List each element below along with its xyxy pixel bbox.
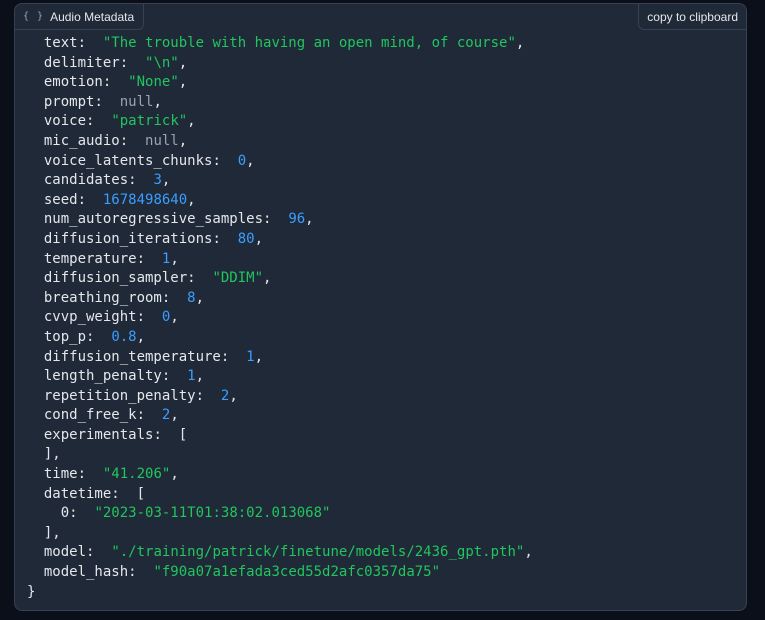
json-value: 1 xyxy=(246,348,255,365)
json-key: cond_free_k xyxy=(43,407,137,424)
json-value: "None" xyxy=(128,74,179,91)
json-value: [ xyxy=(136,485,146,502)
copy-to-clipboard-button[interactable]: copy to clipboard xyxy=(638,4,746,30)
json-key: length_penalty xyxy=(43,368,162,385)
json-line: candidates: 3, xyxy=(43,172,171,189)
json-key: diffusion_iterations xyxy=(43,230,213,247)
json-value: "2023-03-11T01:38:02.013068" xyxy=(94,505,331,522)
json-key: candidates xyxy=(43,172,129,189)
json-key: seed xyxy=(43,191,78,208)
json-line: experimentals: [ xyxy=(43,426,188,443)
json-line: emotion: "None", xyxy=(43,74,188,91)
json-line: ], xyxy=(27,445,533,465)
json-value: null xyxy=(145,132,179,149)
json-key: emotion xyxy=(43,74,103,91)
json-line: model_hash: "f90a07a1efada3ced55d2afc035… xyxy=(43,564,441,581)
json-value: 2 xyxy=(220,387,230,404)
json-value: 2 xyxy=(161,407,171,424)
json-line: length_penalty: 1, xyxy=(43,368,205,385)
json-value: "f90a07a1efada3ced55d2afc0357da75" xyxy=(153,564,441,581)
json-key: diffusion_temperature xyxy=(43,348,221,365)
json-value: 3 xyxy=(153,172,162,189)
json-key: prompt xyxy=(43,93,95,110)
json-line: diffusion_iterations: 80, xyxy=(43,230,264,247)
json-value: 80 xyxy=(237,230,255,247)
json-line: text: "The trouble with having an open m… xyxy=(43,35,525,51)
json-key: voice xyxy=(43,113,87,130)
json-line: mic_audio: null, xyxy=(43,132,188,149)
json-braces-icon: { } xyxy=(23,11,45,22)
json-line: repetition_penalty: 2, xyxy=(43,387,238,404)
json-line: time: "41.206", xyxy=(43,466,179,483)
json-value: null xyxy=(119,93,154,110)
panel-label: { } Audio Metadata xyxy=(15,4,145,30)
json-value: } xyxy=(27,583,36,600)
json-key: diffusion_sampler xyxy=(43,270,188,287)
json-key: model xyxy=(43,544,87,561)
json-line: top_p: 0.8, xyxy=(43,328,146,345)
json-key: voice_latents_chunks xyxy=(43,152,213,169)
json-value: 0 xyxy=(161,309,171,326)
json-line: delimiter: "\n", xyxy=(43,54,188,71)
audio-metadata-panel: { } Audio Metadata copy to clipboard tex… xyxy=(14,3,747,611)
json-line: voice_latents_chunks: 0, xyxy=(43,152,255,169)
json-key: model_hash xyxy=(43,564,129,581)
json-value: 8 xyxy=(187,289,196,306)
json-value: 0.8 xyxy=(111,328,137,345)
json-value: 0 xyxy=(237,152,247,169)
json-value: "41.206" xyxy=(102,466,171,483)
json-key: repetition_penalty xyxy=(43,387,196,404)
json-key: top_p xyxy=(43,328,87,345)
json-value: "patrick" xyxy=(111,113,188,130)
json-key: datetime xyxy=(43,485,112,502)
json-value: ], xyxy=(43,446,61,463)
json-value: "\n" xyxy=(145,54,179,71)
json-line: voice: "patrick", xyxy=(43,113,196,130)
json-key: temperature xyxy=(43,250,137,267)
json-key: delimiter xyxy=(43,54,120,71)
json-key: breathing_room xyxy=(43,289,162,306)
json-line: diffusion_temperature: 1, xyxy=(43,348,264,365)
json-line: cvvp_weight: 0, xyxy=(43,309,179,326)
json-key: mic_audio xyxy=(43,132,120,149)
json-line: ], xyxy=(27,524,533,544)
json-value: "DDIM" xyxy=(212,270,264,287)
json-viewer: text: "The trouble with having an open m… xyxy=(27,34,533,602)
panel-label-text: Audio Metadata xyxy=(50,9,135,24)
json-line: breathing_room: 8, xyxy=(43,289,205,306)
json-line: } xyxy=(27,583,533,603)
json-key: cvvp_weight xyxy=(43,309,137,326)
json-line: num_autoregressive_samples: 96, xyxy=(43,211,314,228)
json-value: 1 xyxy=(187,368,196,385)
json-line: seed: 1678498640, xyxy=(43,191,196,208)
json-line: datetime: [ xyxy=(43,485,146,502)
json-value: 1678498640 xyxy=(102,191,188,208)
json-value: 1 xyxy=(161,250,171,267)
json-value: [ xyxy=(178,426,188,443)
json-key: experimentals xyxy=(43,426,154,443)
json-key: text xyxy=(43,35,78,51)
json-value: "The trouble with having an open mind, o… xyxy=(102,35,516,51)
json-key: time xyxy=(43,466,78,483)
json-line: 0: "2023-03-11T01:38:02.013068" xyxy=(60,505,331,522)
json-key: num_autoregressive_samples xyxy=(43,211,264,228)
json-line: prompt: null, xyxy=(43,93,162,110)
json-line: model: "./training/patrick/finetune/mode… xyxy=(43,544,533,561)
json-value: 96 xyxy=(288,211,306,228)
json-line: temperature: 1, xyxy=(43,250,179,267)
json-line: cond_free_k: 2, xyxy=(43,407,179,424)
json-value: "./training/patrick/finetune/models/2436… xyxy=(111,544,525,561)
json-value: ], xyxy=(43,524,61,541)
json-key: 0 xyxy=(60,505,70,522)
json-line: diffusion_sampler: "DDIM", xyxy=(43,270,272,287)
